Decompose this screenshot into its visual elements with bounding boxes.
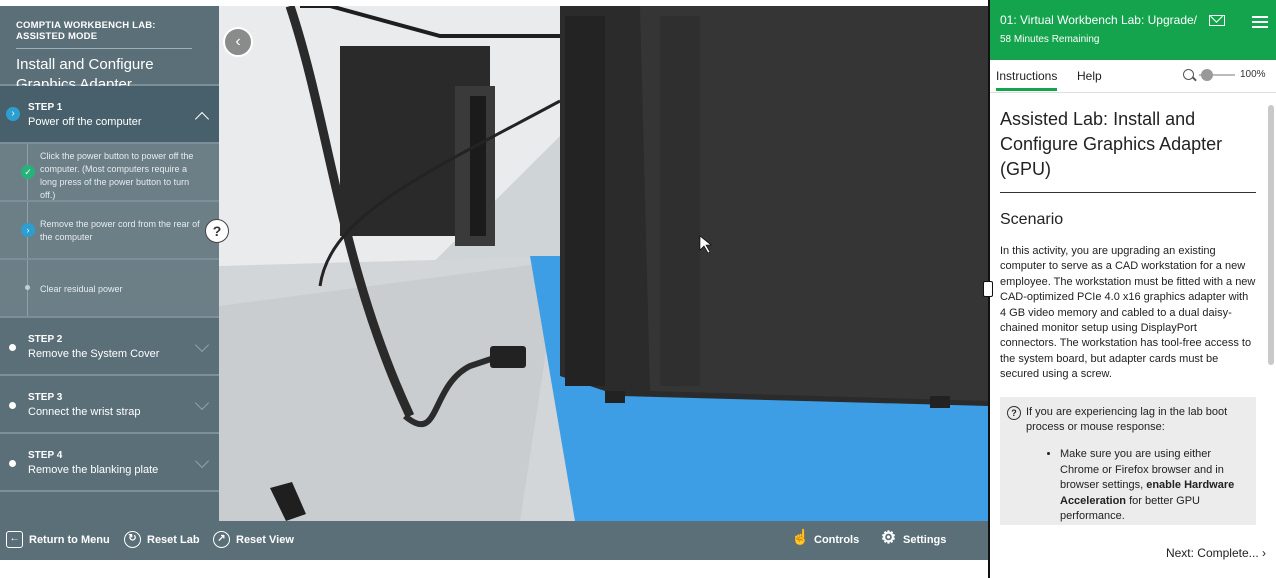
help-icon[interactable]: ? bbox=[205, 219, 229, 243]
step-name: Power off the computer bbox=[28, 116, 142, 128]
step-number: STEP 1 bbox=[28, 102, 63, 113]
chevron-down-icon[interactable] bbox=[194, 395, 210, 411]
panel-header: 01: Virtual Workbench Lab: Upgrade/ 58 M… bbox=[990, 0, 1276, 60]
lab-viewport: COMPTIA WORKBENCH LAB: ASSISTED MODE Ins… bbox=[0, 6, 988, 560]
bullet-icon bbox=[9, 402, 16, 409]
note-list: Make sure you are using either Chrome or… bbox=[1008, 447, 1248, 524]
pending-dot-icon bbox=[25, 285, 30, 290]
settings-button[interactable]: ⚙ Settings bbox=[880, 528, 947, 548]
chevron-up-icon[interactable] bbox=[194, 111, 210, 127]
panel-tabs: Instructions Help 100% bbox=[990, 60, 1276, 93]
reset-view-button[interactable]: ↗ Reset View bbox=[213, 531, 294, 548]
step-number: STEP 3 bbox=[28, 392, 63, 403]
step-3[interactable]: STEP 3 Connect the wrist strap bbox=[0, 376, 219, 434]
note-intro: If you are experiencing lag in the lab b… bbox=[1026, 405, 1228, 434]
substep-power-cord[interactable]: › Remove the power cord from the rear of… bbox=[0, 202, 229, 260]
scenario-heading: Scenario bbox=[1000, 211, 1064, 228]
substep-residual-power[interactable]: Clear residual power bbox=[0, 260, 219, 318]
bullet-icon bbox=[9, 460, 16, 467]
reset-view-label: Reset View bbox=[236, 533, 294, 546]
bullet-icon bbox=[9, 344, 16, 351]
next-button[interactable]: Next: Complete... › bbox=[1166, 546, 1266, 560]
zoom-control: 100% bbox=[1183, 68, 1266, 81]
scrollbar[interactable] bbox=[1268, 97, 1274, 527]
substep-text: Click the power button to power off the … bbox=[40, 151, 194, 200]
chevron-right-icon: › bbox=[1262, 546, 1266, 560]
reset-lab-button[interactable]: ↻ Reset Lab bbox=[124, 531, 200, 548]
return-icon: ← bbox=[6, 531, 23, 548]
next-label: Next: Complete... bbox=[1165, 546, 1259, 560]
step-name: Remove the System Cover bbox=[28, 348, 160, 360]
lab-header: COMPTIA WORKBENCH LAB: ASSISTED MODE Ins… bbox=[0, 6, 219, 93]
chevron-down-icon[interactable] bbox=[194, 453, 210, 469]
zoom-slider-knob[interactable] bbox=[1201, 68, 1213, 81]
step-1[interactable]: › STEP 1 Power off the computer bbox=[0, 86, 219, 144]
compass-icon: ↗ bbox=[213, 531, 230, 548]
zoom-level: 100% bbox=[1240, 69, 1266, 80]
controls-button[interactable]: ☝ Controls bbox=[791, 529, 860, 548]
question-icon: ? bbox=[1007, 405, 1021, 420]
controls-label: Controls bbox=[814, 533, 860, 546]
tab-help[interactable]: Help bbox=[1077, 69, 1102, 83]
steps-panel: COMPTIA WORKBENCH LAB: ASSISTED MODE Ins… bbox=[0, 6, 229, 521]
substep-power-button[interactable]: ✓ Click the power button to power off th… bbox=[0, 144, 219, 202]
time-remaining: 58 Minutes Remaining bbox=[1000, 34, 1100, 45]
tab-instructions[interactable]: Instructions bbox=[996, 69, 1058, 91]
step-name: Connect the wrist strap bbox=[28, 406, 141, 418]
step-number: STEP 4 bbox=[28, 450, 63, 461]
reset-icon: ↻ bbox=[124, 531, 141, 548]
note-bullet: Make sure you are using either Chrome or… bbox=[1060, 447, 1248, 524]
chevron-down-icon[interactable] bbox=[194, 337, 210, 353]
chevron-right-icon: › bbox=[21, 223, 35, 237]
collapse-panel-button[interactable]: ‹ bbox=[223, 27, 253, 57]
reset-lab-label: Reset Lab bbox=[147, 533, 200, 546]
lab-heading: Assisted Lab: Install and Configure Grap… bbox=[1000, 107, 1256, 193]
mail-icon[interactable] bbox=[1209, 15, 1225, 26]
instructions-content: Assisted Lab: Install and Configure Grap… bbox=[990, 93, 1266, 525]
zoom-slider[interactable] bbox=[1199, 68, 1235, 81]
menu-icon[interactable] bbox=[1252, 16, 1268, 31]
lab-toolbar: ← Return to Menu ↻ Reset Lab ↗ Reset Vie… bbox=[0, 521, 988, 560]
lab-mode-label: COMPTIA WORKBENCH LAB: ASSISTED MODE bbox=[16, 20, 192, 49]
step-name: Remove the blanking plate bbox=[28, 464, 159, 476]
return-to-menu-button[interactable]: ← Return to Menu bbox=[6, 531, 110, 548]
settings-label: Settings bbox=[903, 533, 947, 546]
scrollbar-thumb[interactable] bbox=[1268, 105, 1274, 365]
step-2[interactable]: STEP 2 Remove the System Cover bbox=[0, 318, 219, 376]
substep-text: Clear residual power bbox=[40, 284, 123, 294]
return-label: Return to Menu bbox=[29, 533, 110, 546]
gear-icon: ⚙ bbox=[880, 528, 897, 547]
substep-text: Remove the power cord from the rear of t… bbox=[40, 219, 200, 242]
step-4[interactable]: STEP 4 Remove the blanking plate bbox=[0, 434, 219, 492]
lag-note: ? If you are experiencing lag in the lab… bbox=[1000, 396, 1256, 525]
panel-title: 01: Virtual Workbench Lab: Upgrade/ bbox=[1000, 13, 1198, 27]
magnifier-icon bbox=[1183, 69, 1194, 80]
check-icon: ✓ bbox=[21, 165, 35, 179]
chevron-right-icon: › bbox=[6, 107, 20, 121]
scenario-text: In this activity, you are upgrading an e… bbox=[1000, 245, 1256, 381]
hand-pointer-icon: ☝ bbox=[791, 529, 810, 546]
instructions-panel: 01: Virtual Workbench Lab: Upgrade/ 58 M… bbox=[983, 0, 1276, 578]
step-number: STEP 2 bbox=[28, 334, 63, 345]
